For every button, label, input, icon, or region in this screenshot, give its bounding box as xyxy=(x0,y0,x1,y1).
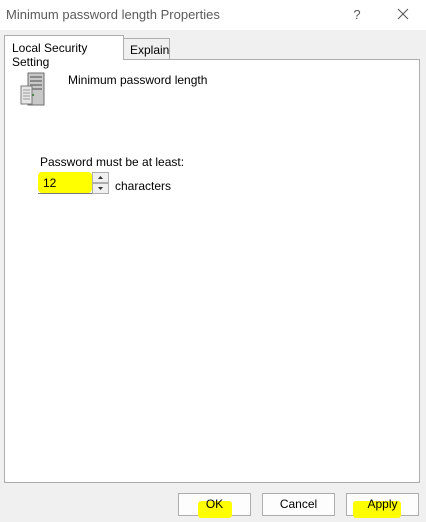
password-length-spinner xyxy=(38,172,110,194)
title-bar: Minimum password length Properties ? xyxy=(0,0,426,30)
tab-panel: Minimum password length Password must be… xyxy=(4,59,420,483)
spin-up-button[interactable] xyxy=(92,172,109,183)
password-length-input[interactable] xyxy=(38,172,92,194)
server-icon xyxy=(20,72,45,106)
units-label: characters xyxy=(115,179,172,193)
tab-explain[interactable]: Explain xyxy=(124,38,170,59)
apply-label: Apply xyxy=(367,497,398,511)
cancel-label: Cancel xyxy=(279,497,318,511)
apply-button[interactable]: Apply xyxy=(346,493,419,518)
policy-name: Minimum password length xyxy=(68,73,208,87)
password-length-label: Password must be at least: xyxy=(40,155,185,169)
tab-local-security-setting[interactable]: Local Security Setting xyxy=(4,35,124,69)
ok-button[interactable]: OK xyxy=(178,493,251,518)
help-button[interactable]: ? xyxy=(346,4,368,26)
close-icon xyxy=(397,8,409,20)
chevron-up-icon xyxy=(98,176,103,179)
cancel-button[interactable]: Cancel xyxy=(262,493,335,516)
close-button[interactable] xyxy=(390,4,416,26)
spin-down-button[interactable] xyxy=(92,183,109,194)
chevron-down-icon xyxy=(98,187,103,190)
window-title: Minimum password length Properties xyxy=(6,7,220,22)
ok-label: OK xyxy=(205,497,224,511)
